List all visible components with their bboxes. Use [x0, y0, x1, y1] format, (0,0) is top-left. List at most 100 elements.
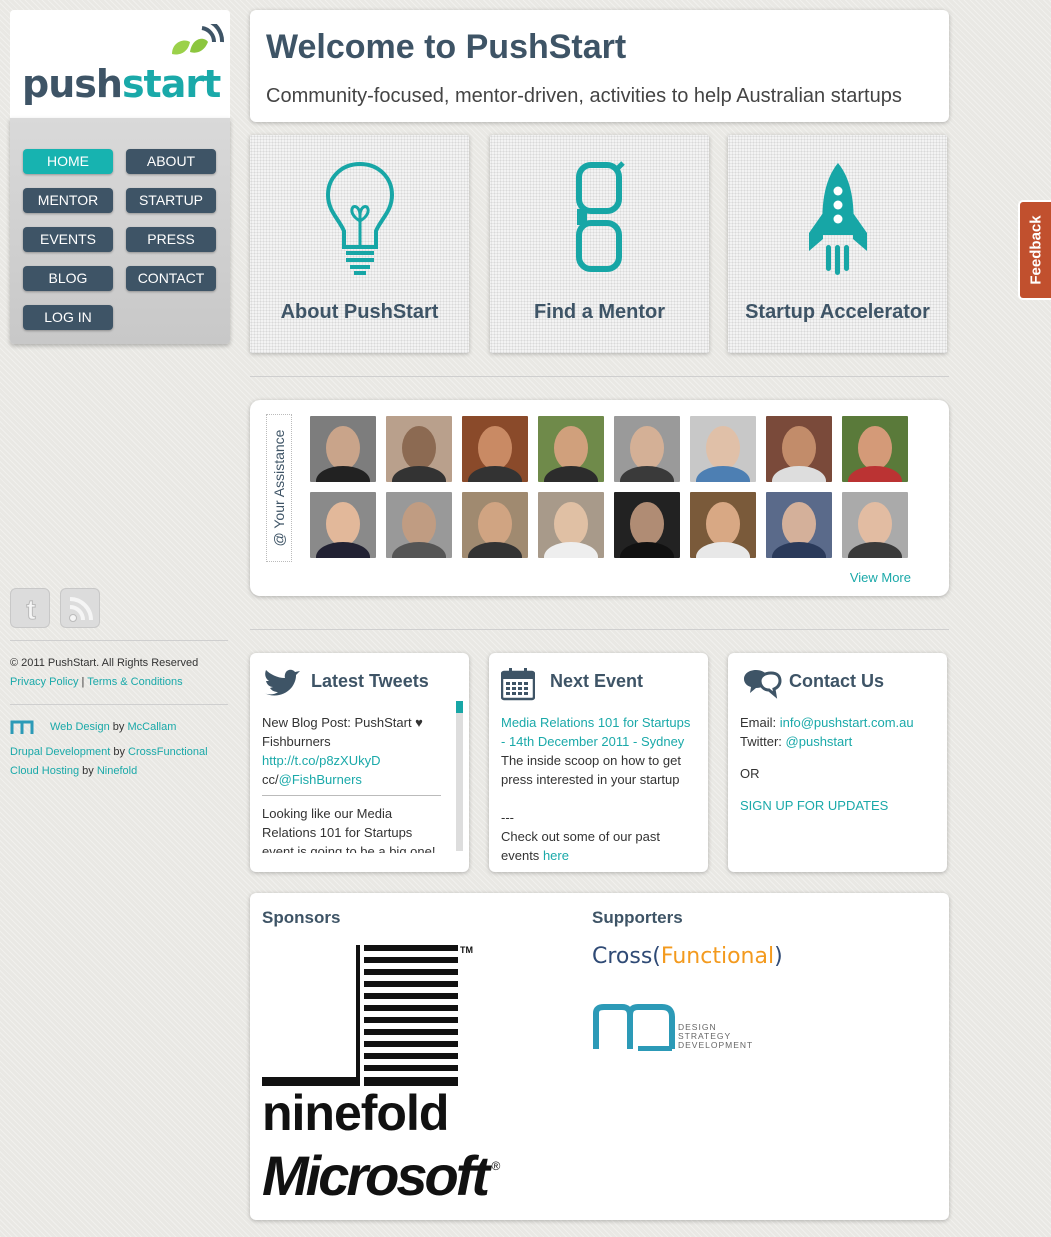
feature-mentor-label: Find a Mentor [533, 301, 666, 323]
nav-startup[interactable]: STARTUP [126, 188, 216, 213]
mentor-photo[interactable] [386, 416, 452, 482]
section-divider [250, 629, 949, 630]
nav-mentor[interactable]: MENTOR [23, 188, 113, 213]
web-design-link[interactable]: Web Design [50, 721, 110, 733]
tweets-card: Latest Tweets New Blog Post: PushStart ♥… [250, 653, 469, 872]
rocket-icon [808, 163, 867, 275]
crossfunctional-wordmark-c: ) [774, 944, 783, 969]
signup-link[interactable]: SIGN UP FOR UPDATES [740, 796, 935, 815]
mccallam-mini-icon [10, 720, 34, 734]
ninefold-wordmark: ninefold [262, 1085, 449, 1141]
tweets-title: Latest Tweets [311, 671, 429, 691]
event-description: The inside scoop on how to get press int… [501, 753, 681, 787]
tweets-scrollbar-thumb[interactable] [456, 701, 463, 713]
footer-legal-links: Privacy Policy | Terms & Conditions [10, 676, 183, 688]
tweets-list: New Blog Post: PushStart ♥ Fishburners h… [262, 713, 441, 853]
tweet-item: Looking like our Media Relations 101 for… [262, 796, 441, 853]
speech-bubbles-icon [744, 670, 782, 699]
crossfunctional-link[interactable]: CrossFunctional [128, 746, 207, 758]
tweets-scrollbar[interactable] [456, 701, 463, 851]
hosting-link[interactable]: Cloud Hosting [10, 765, 79, 777]
ninefold-logo[interactable]: TM ninefold [262, 945, 477, 1141]
mentor-photo[interactable] [310, 416, 376, 482]
event-title: Next Event [550, 671, 644, 691]
nav-contact[interactable]: CONTACT [126, 266, 216, 291]
mentor-photo[interactable] [842, 416, 908, 482]
past-events-text: Check out some of our past events [501, 829, 660, 863]
tweet-mention-link[interactable]: @FishBurners [279, 772, 362, 787]
logo-wordmark: pushstart [22, 62, 221, 106]
mentor-photo[interactable] [690, 416, 756, 482]
feedback-tab[interactable]: Feedback [1018, 200, 1051, 300]
sponsors-title: Sponsors [262, 908, 341, 927]
email-label: Email: [740, 715, 777, 730]
supporters-title: Supporters [592, 908, 683, 927]
page-title: Welcome to PushStart [266, 28, 627, 66]
mentor-photo[interactable] [386, 492, 452, 558]
feedback-label: Feedback [1027, 215, 1044, 285]
nav-about[interactable]: ABOUT [126, 149, 216, 174]
contact-title: Contact Us [789, 671, 885, 691]
page-subtitle: Community-focused, mentor-driven, activi… [266, 85, 902, 107]
nav-home[interactable]: HOME [23, 149, 113, 174]
tweet-item: New Blog Post: PushStart ♥ Fishburners h… [262, 713, 441, 796]
mentor-photo[interactable] [766, 416, 832, 482]
nav-login[interactable]: LOG IN [23, 305, 113, 330]
nav-events[interactable]: EVENTS [23, 227, 113, 252]
contact-card: Contact Us Email: info@pushstart.com.au … [728, 653, 947, 872]
mentor-photo[interactable] [614, 416, 680, 482]
mentor-photo[interactable] [462, 492, 528, 558]
mentor-photo[interactable] [462, 416, 528, 482]
nav-press[interactable]: PRESS [126, 227, 216, 252]
feature-mentor[interactable]: Find a Mentor [490, 135, 709, 353]
mccallam-mark-icon [593, 1004, 675, 1052]
mentor-photo[interactable] [842, 492, 908, 558]
mentor-photo[interactable] [690, 492, 756, 558]
mentor-photo[interactable] [538, 416, 604, 482]
twitter-link[interactable]: @pushstart [786, 734, 853, 749]
mccallam-logo[interactable]: DESIGN STRATEGY DEVELOPMENT [592, 1003, 772, 1053]
assistance-label: @ Your Assistance [266, 414, 292, 562]
glasses-icon [575, 161, 625, 272]
crossfunctional-logo[interactable]: Cross(Functional) [592, 944, 783, 969]
svg-text:TM: TM [460, 945, 473, 955]
drupal-link[interactable]: Drupal Development [10, 746, 110, 758]
or-text: OR [740, 766, 760, 781]
logo[interactable]: pushstart [10, 10, 230, 118]
drupal-credit: Drupal Development by CrossFunctional [10, 746, 208, 758]
svg-text:t: t [26, 594, 35, 625]
past-events-link[interactable]: here [543, 848, 569, 863]
rss-icon[interactable] [60, 588, 100, 628]
mentor-photo[interactable] [766, 492, 832, 558]
ninefold-stripes-icon: TM [262, 945, 473, 1086]
twitter-icon[interactable]: t [10, 588, 50, 628]
microsoft-logo[interactable]: Microsoft ® [262, 1145, 500, 1207]
view-more-link[interactable]: View More [850, 570, 911, 585]
mentors-panel: @ Your Assistance View More [250, 400, 949, 596]
feature-about[interactable]: About PushStart [250, 135, 469, 353]
privacy-policy-link[interactable]: Privacy Policy [10, 676, 78, 688]
welcome-card: Welcome to PushStart Community-focused, … [250, 10, 949, 122]
twitter-bird-icon [264, 669, 300, 696]
event-body: Media Relations 101 for Startups - 14th … [501, 713, 696, 865]
tweet-link[interactable]: http://t.co/p8zXUkyD [262, 753, 381, 768]
tweet-cc: cc/ [262, 772, 279, 787]
feature-accelerator[interactable]: Startup Accelerator [728, 135, 947, 353]
tweet-text: Looking like our Media Relations 101 for… [262, 806, 436, 853]
mccallam-link[interactable]: McCallam [127, 721, 176, 733]
nav-blog[interactable]: BLOG [23, 266, 113, 291]
sponsors-card: Sponsors Supporters TM ninefold Microsof… [250, 893, 949, 1220]
ninefold-link[interactable]: Ninefold [97, 765, 137, 777]
mentor-photo[interactable] [310, 492, 376, 558]
terms-link[interactable]: Terms & Conditions [87, 676, 182, 688]
mccallam-tagline: DESIGN STRATEGY DEVELOPMENT [678, 1022, 754, 1050]
mentor-photo[interactable] [614, 492, 680, 558]
email-link[interactable]: info@pushstart.com.au [780, 715, 914, 730]
event-link[interactable]: Media Relations 101 for Startups - 14th … [501, 715, 690, 749]
sidebar-divider [10, 704, 228, 705]
mentor-photo[interactable] [538, 492, 604, 558]
registered-mark: ® [491, 1159, 501, 1173]
feature-about-label: About PushStart [280, 301, 439, 323]
crossfunctional-wordmark-b: Functional [660, 944, 775, 969]
event-separator: --- [501, 810, 514, 825]
